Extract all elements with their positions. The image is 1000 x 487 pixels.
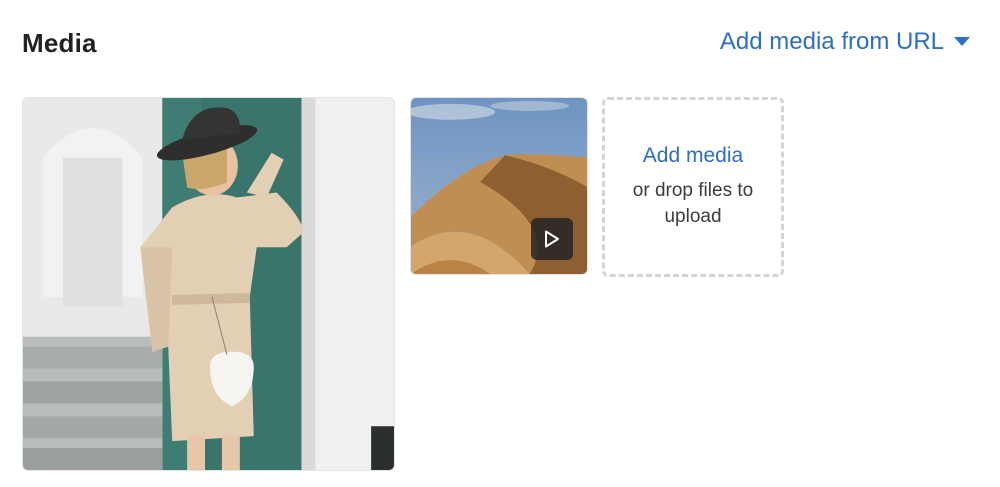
section-title: Media bbox=[22, 28, 97, 58]
photo-thumbnail bbox=[23, 98, 394, 470]
media-thumbnail-photo[interactable] bbox=[22, 97, 395, 471]
media-dropzone[interactable]: Add media or drop files to upload bbox=[602, 97, 784, 277]
caret-down-icon bbox=[954, 37, 970, 47]
play-button[interactable] bbox=[531, 218, 573, 260]
add-media-from-url-label: Add media from URL bbox=[719, 28, 944, 55]
drop-files-hint: or drop files to upload bbox=[632, 180, 754, 227]
media-card: Media Add media from URL Add media or dr… bbox=[0, 0, 1000, 487]
play-icon bbox=[545, 230, 559, 248]
media-thumbnail-video[interactable] bbox=[410, 97, 588, 275]
add-media-link[interactable]: Add media bbox=[643, 144, 743, 168]
add-media-from-url-button[interactable]: Add media from URL bbox=[720, 28, 970, 56]
